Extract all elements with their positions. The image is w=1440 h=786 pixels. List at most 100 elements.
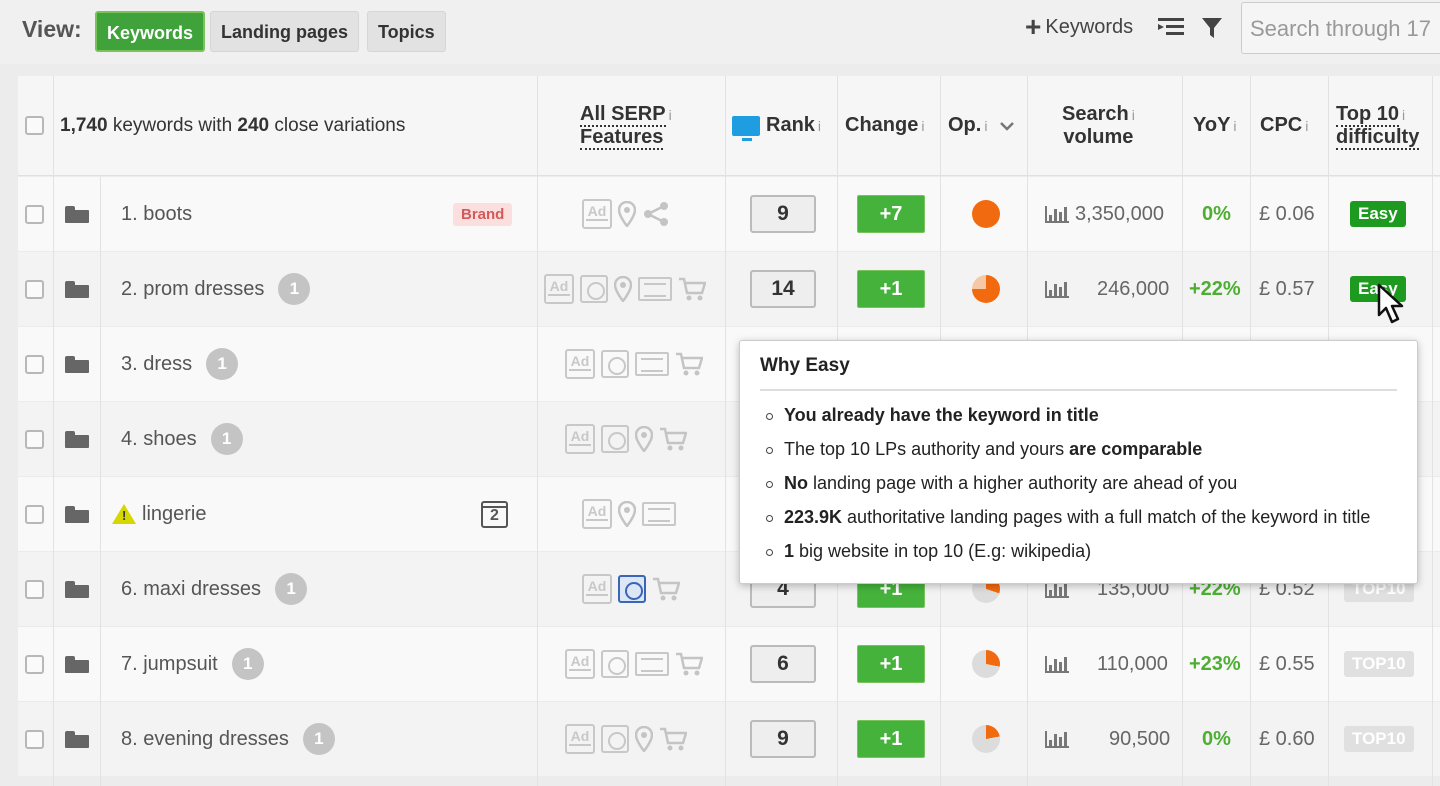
folder-icon[interactable] — [65, 580, 89, 598]
volume-value: 3,350,000 — [1075, 202, 1164, 225]
ad-icon: Ad — [582, 199, 612, 229]
desktop-icon — [732, 115, 760, 141]
row-checkbox[interactable] — [25, 429, 44, 449]
filter-icon — [1202, 18, 1222, 38]
rank-value[interactable]: 9 — [750, 720, 816, 758]
row-checkbox[interactable] — [25, 654, 44, 674]
col-yoy[interactable]: YoY i — [1193, 76, 1237, 175]
add-keywords-button[interactable]: + Keywords — [1025, 13, 1133, 41]
rank-value[interactable]: 14 — [750, 270, 816, 308]
image-icon — [601, 425, 629, 453]
variations-badge[interactable]: 1 — [302, 723, 335, 755]
image-icon — [601, 650, 629, 678]
difficulty-badge[interactable]: Easy — [1350, 201, 1406, 227]
serp-header-line1: All SERP — [580, 102, 666, 127]
variations-badge[interactable]: 1 — [206, 348, 239, 380]
image-icon — [601, 725, 629, 753]
keyword-label: 3. dress — [121, 352, 193, 375]
volume-value: 90,500 — [1109, 727, 1171, 750]
row-checkbox[interactable] — [25, 279, 44, 299]
tooltip-reason: No landing page with a higher authority … — [760, 473, 1397, 494]
columns-button[interactable] — [1158, 16, 1184, 38]
col-change[interactable]: Change i — [845, 76, 924, 175]
keyword-count: 1,740 keywords with 240 close variations — [60, 76, 405, 175]
row-checkbox[interactable] — [25, 579, 44, 599]
tooltip-reason: You already have the keyword in title — [760, 405, 1397, 426]
filter-button[interactable] — [1202, 17, 1222, 39]
select-all-checkbox[interactable] — [25, 116, 44, 135]
yoy-value: +23% — [1189, 652, 1241, 675]
ad-icon: Ad — [582, 499, 612, 529]
variations-badge[interactable]: 1 — [210, 423, 243, 455]
folder-icon[interactable] — [65, 730, 89, 748]
keyword-text[interactable]: 8. evening dresses 1 — [121, 702, 335, 776]
folder-icon[interactable] — [65, 655, 89, 673]
map-pin-icon — [614, 276, 632, 302]
brand-badge: Brand — [453, 202, 513, 226]
row-checkbox[interactable] — [25, 354, 44, 374]
keyword-text[interactable]: 1. boots — [121, 177, 192, 251]
column-divider — [1432, 76, 1433, 786]
ad-icon: Ad — [565, 649, 595, 679]
column-divider — [100, 177, 101, 786]
tab-landing-pages[interactable]: Landing pages — [210, 11, 360, 52]
row-checkbox[interactable] — [25, 204, 44, 224]
col-search-volume[interactable]: Search i volume — [1062, 76, 1135, 175]
volume-chart-icon[interactable] — [1045, 655, 1069, 673]
view-label: View: — [22, 16, 82, 42]
col-serp-features[interactable]: All SERP i Features — [580, 76, 672, 175]
chevron-down-icon[interactable] — [999, 121, 1015, 131]
variations-badge[interactable]: 1 — [231, 648, 264, 680]
opportunity-pie — [972, 650, 1000, 678]
keyword-text[interactable]: 2. prom dresses 1 — [121, 252, 311, 326]
tooltip-reasons: You already have the keyword in title Th… — [760, 405, 1397, 562]
tab-topics[interactable]: Topics — [367, 11, 446, 52]
variations-badge[interactable]: 1 — [275, 573, 308, 605]
col-difficulty[interactable]: Top 10 i difficulty — [1336, 76, 1420, 175]
image-icon — [618, 575, 646, 603]
keyword-text[interactable]: 6. maxi dresses 1 — [121, 552, 308, 626]
tab-keywords[interactable]: Keywords — [95, 11, 206, 52]
row-checkbox[interactable] — [25, 504, 44, 524]
folder-icon[interactable] — [65, 505, 89, 523]
keyword-text[interactable]: 3. dress 1 — [121, 327, 239, 401]
tooltip-reason-text: authoritative landing pages with a full … — [842, 507, 1371, 527]
map-pin-icon — [635, 426, 653, 452]
volume-chart-icon[interactable] — [1045, 280, 1069, 298]
difficulty-badge[interactable]: TOP10 — [1344, 726, 1414, 752]
warning-icon: ! — [112, 504, 136, 524]
tooltip-reason: The top 10 LPs authority and yours are c… — [760, 439, 1397, 460]
variations-badge[interactable]: 1 — [278, 273, 311, 305]
tooltip-reason-text: The top 10 LPs authority and yours — [784, 439, 1070, 459]
add-keywords-label: Keywords — [1045, 15, 1134, 38]
rank-value[interactable]: 6 — [750, 645, 816, 683]
volume-chart-icon[interactable] — [1045, 205, 1069, 223]
keyword-text[interactable]: ! lingerie — [112, 477, 206, 551]
calendar-icon[interactable]: 2 — [481, 500, 508, 528]
tooltip-reason-text: big website in top 10 (E.g: wikipedia) — [794, 541, 1092, 561]
keyword-text[interactable]: 7. jumpsuit 1 — [121, 627, 264, 701]
news-icon — [638, 277, 672, 301]
info-icon: i — [921, 117, 925, 134]
news-icon — [642, 502, 676, 526]
folder-icon[interactable] — [65, 205, 89, 223]
keyword-count-text: keywords with — [107, 114, 238, 136]
search-volume: 246,000 — [1045, 252, 1169, 326]
rank-value[interactable]: 9 — [750, 195, 816, 233]
cart-icon — [660, 727, 687, 751]
col-opportunity[interactable]: Op. i — [948, 76, 1015, 175]
search-input[interactable]: Search through 17 — [1241, 2, 1440, 54]
difficulty-badge[interactable]: TOP10 — [1344, 651, 1414, 677]
opportunity-pie — [972, 725, 1000, 753]
col-cpc[interactable]: CPC i — [1260, 76, 1308, 175]
row-checkbox[interactable] — [25, 729, 44, 749]
keyword-count-number: 1,740 — [60, 114, 108, 136]
col-rank[interactable]: Rank i — [732, 76, 821, 175]
serp-features: Ad — [565, 627, 703, 701]
folder-icon[interactable] — [65, 355, 89, 373]
folder-icon[interactable] — [65, 280, 89, 298]
folder-icon[interactable] — [65, 430, 89, 448]
keyword-text[interactable]: 4. shoes 1 — [121, 402, 243, 476]
map-pin-icon — [618, 501, 636, 527]
volume-chart-icon[interactable] — [1045, 730, 1069, 748]
